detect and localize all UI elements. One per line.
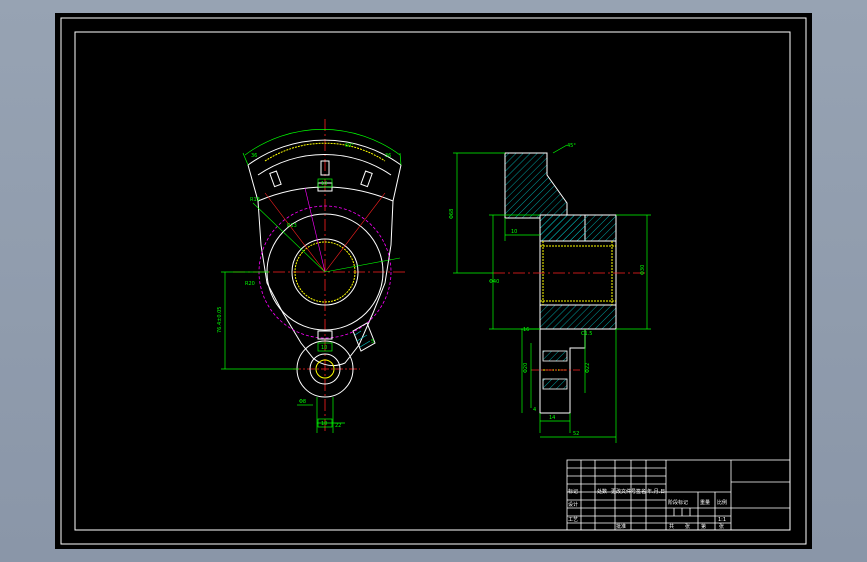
inner-frame: [74, 31, 791, 531]
outer-frame: [60, 17, 807, 545]
dim-bottom-small: 10: [321, 421, 327, 427]
right-cut-hatch: [354, 330, 371, 348]
side-dim-lower-right: Φ22: [585, 363, 591, 373]
section-hub-top: [539, 214, 617, 242]
tb-stage-label: 阶段标记: [668, 499, 688, 506]
tb-scale-label: 比例: [717, 499, 727, 506]
dim-top-mid: 60°: [345, 143, 354, 149]
side-dim-bottom-w1: 4: [533, 407, 536, 413]
dim-top-right: 36: [385, 153, 391, 159]
side-dim-mid-height: Φ40: [489, 279, 499, 285]
dim-bottom-width: 22: [335, 423, 341, 429]
slot-left: [269, 170, 282, 188]
section-lower-hatch2: [542, 378, 568, 390]
tb-label-date: 年.月.日: [647, 488, 665, 495]
tb-label-mark: 标记: [568, 488, 578, 495]
dim-side-vertical: 76.4±0.05: [217, 307, 223, 333]
side-dim-step: 16: [523, 327, 529, 333]
tb-scale-value: 1:1: [718, 517, 726, 523]
tb-row-approve: 批准: [616, 523, 626, 530]
section-hub-bottom: [539, 304, 617, 330]
dim-mid-small: 10: [321, 345, 327, 351]
title-block-text: 标记 处数 更改文件号 签名 年.月.日 设计 工艺 批准 阶段标记 重量 比例…: [568, 488, 727, 530]
tb-sheet-2: 张: [685, 523, 690, 530]
tb-sheet-3: 第: [701, 523, 706, 530]
side-dim-top-small: 10: [511, 229, 517, 235]
side-dim-base-width: 52: [573, 431, 579, 437]
tb-sheet-4: 张: [719, 523, 724, 530]
cad-drawing-sheet: 36 60° 36 76.4±0.05 R18 R13 R20 Φ8 22 10…: [55, 13, 812, 549]
radial-line-4: [324, 257, 401, 273]
tb-row-process: 工艺: [568, 517, 578, 523]
front-view: 36 60° 36 76.4±0.05 R18 R13 R20 Φ8 22 10…: [217, 119, 405, 433]
tb-label-file: 更改文件号: [611, 488, 636, 495]
dim-left-radius: R20: [245, 281, 255, 287]
dim-top-small: 10: [321, 181, 327, 187]
slot-right: [360, 170, 373, 188]
tb-label-sign: 签名: [636, 488, 646, 495]
tb-weight-label: 重量: [700, 499, 710, 506]
radial-line-3: [304, 187, 326, 273]
tb-row-design: 设计: [568, 501, 578, 508]
tb-label-count: 处数: [597, 488, 607, 495]
radial-line-2: [324, 192, 386, 273]
side-dim-bottom-w2: 14: [549, 415, 555, 421]
radial-line-1: [264, 192, 326, 273]
cad-drawing: 36 60° 36 76.4±0.05 R18 R13 R20 Φ8 22 10…: [60, 17, 807, 545]
body-upper-curve: [257, 186, 394, 202]
dim-bottom-hole: Φ8: [299, 399, 306, 405]
side-dim-chamfer: C1.5: [581, 331, 592, 337]
title-block: [566, 459, 791, 531]
side-view: 45° Φ68 Φ40 Φ30 10 16 52 4 14 Φ20 Φ22 C1…: [449, 143, 651, 443]
dim-diag-left2: R13: [287, 223, 297, 229]
top-arc-inner: [257, 153, 392, 176]
dim-right-slot: 5: [371, 339, 374, 345]
side-dim-right-height: Φ30: [640, 265, 646, 275]
dim-top-left: 36: [251, 153, 257, 159]
section-lower-hatch: [542, 350, 568, 362]
section-lower-arm: [539, 328, 586, 414]
tb-sheet-1: 共: [669, 523, 674, 530]
dim-diag-left: R18: [250, 197, 260, 203]
side-dim-angle: 45°: [567, 143, 576, 149]
side-dim-left-height: Φ68: [449, 209, 455, 219]
side-dim-lower-left: Φ20: [523, 363, 529, 373]
